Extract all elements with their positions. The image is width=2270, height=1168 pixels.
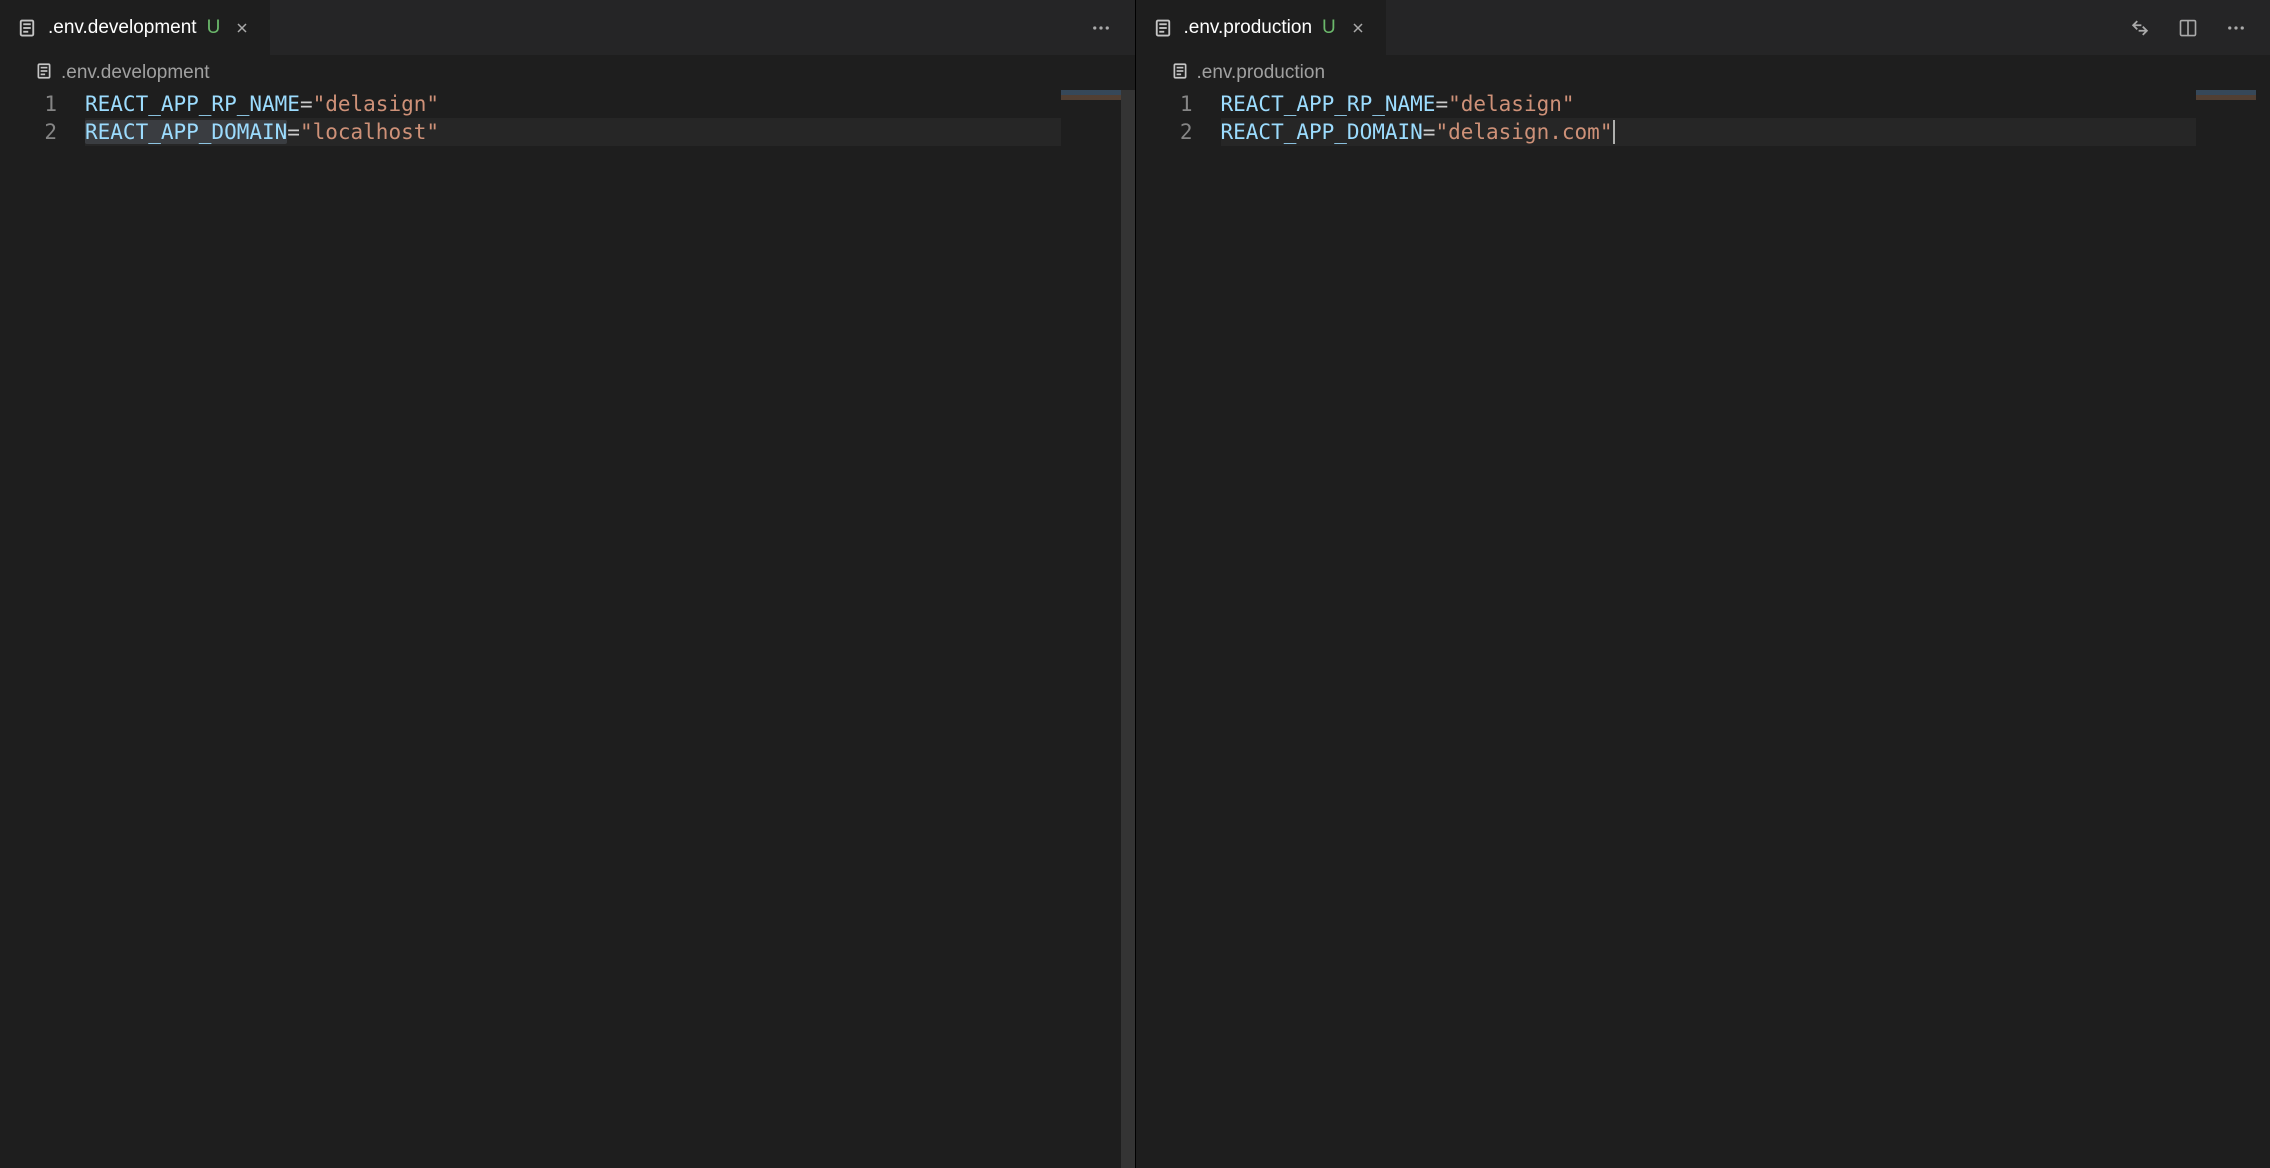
code-content-right[interactable]: REACT_APP_RP_NAME="delasign" REACT_APP_D… [1221, 90, 2270, 146]
file-icon [1171, 62, 1189, 83]
file-icon [35, 62, 53, 83]
workspace: .env.development U . [0, 0, 2270, 1168]
editor-pane-right: .env.production U [1136, 0, 2270, 1168]
compare-icon[interactable] [2126, 14, 2154, 42]
code-line[interactable]: REACT_APP_DOMAIN="localhost" [85, 118, 1135, 146]
tab-git-status: U [1322, 17, 1336, 39]
env-value: "delasign" [1448, 92, 1574, 116]
env-value: "delasign.com" [1435, 120, 1612, 144]
minimap-content [1061, 90, 1121, 100]
code-line[interactable]: REACT_APP_DOMAIN="delasign.com" [1221, 118, 2270, 146]
breadcrumb-label: .env.development [61, 62, 210, 84]
file-icon [16, 17, 38, 39]
minimap-right[interactable] [2196, 90, 2256, 1168]
tab-env-development[interactable]: .env.development U [0, 0, 271, 55]
close-icon[interactable] [1346, 16, 1370, 40]
breadcrumb-right[interactable]: .env.production [1136, 55, 2270, 90]
gutter-right: 1 2 [1136, 90, 1221, 146]
editor-left[interactable]: 1 2 REACT_APP_RP_NAME="delasign" REACT_A… [0, 90, 1135, 1168]
file-icon [1152, 17, 1174, 39]
code-line[interactable]: REACT_APP_RP_NAME="delasign" [1221, 90, 2270, 118]
more-icon[interactable] [1087, 14, 1115, 42]
env-value: "delasign" [313, 92, 439, 116]
scrollbar-right[interactable] [2256, 90, 2270, 1168]
equals-sign: = [1423, 120, 1436, 144]
editor-pane-left: .env.development U . [0, 0, 1136, 1168]
code-area-left: 1 2 REACT_APP_RP_NAME="delasign" REACT_A… [0, 90, 1135, 146]
close-icon[interactable] [230, 16, 254, 40]
equals-sign: = [287, 120, 300, 144]
env-variable: REACT_APP_RP_NAME [85, 92, 300, 116]
editor-right[interactable]: 1 2 REACT_APP_RP_NAME="delasign" REACT_A… [1136, 90, 2270, 1168]
env-value: "localhost" [300, 120, 439, 144]
tab-actions-left [1087, 14, 1135, 42]
line-number: 2 [1136, 118, 1193, 146]
env-variable: REACT_APP_RP_NAME [1221, 92, 1436, 116]
text-cursor [1613, 120, 1615, 144]
code-line[interactable]: REACT_APP_RP_NAME="delasign" [85, 90, 1135, 118]
tab-git-status: U [207, 17, 221, 39]
breadcrumb-left[interactable]: .env.development [0, 55, 1135, 90]
equals-sign: = [300, 92, 313, 116]
split-editor-icon[interactable] [2174, 14, 2202, 42]
tab-label: .env.production [1184, 17, 1313, 39]
env-variable: REACT_APP_DOMAIN [85, 120, 287, 144]
tab-actions-right [2126, 14, 2270, 42]
tab-label: .env.development [48, 17, 197, 39]
tab-bar-left: .env.development U [0, 0, 1135, 55]
minimap-left[interactable] [1061, 90, 1121, 1168]
scrollbar-left[interactable] [1121, 90, 1135, 1168]
equals-sign: = [1435, 92, 1448, 116]
tab-env-production[interactable]: .env.production U [1136, 0, 1387, 55]
line-number: 1 [0, 90, 57, 118]
code-content-left[interactable]: REACT_APP_RP_NAME="delasign" REACT_APP_D… [85, 90, 1135, 146]
tab-bar-right: .env.production U [1136, 0, 2270, 55]
gutter-left: 1 2 [0, 90, 85, 146]
line-number: 2 [0, 118, 57, 146]
env-variable: REACT_APP_DOMAIN [1221, 120, 1423, 144]
line-number: 1 [1136, 90, 1193, 118]
more-icon[interactable] [2222, 14, 2250, 42]
breadcrumb-label: .env.production [1197, 62, 1326, 84]
minimap-content [2196, 90, 2256, 100]
scrollbar-thumb[interactable] [1121, 90, 1135, 1168]
code-area-right: 1 2 REACT_APP_RP_NAME="delasign" REACT_A… [1136, 90, 2270, 146]
